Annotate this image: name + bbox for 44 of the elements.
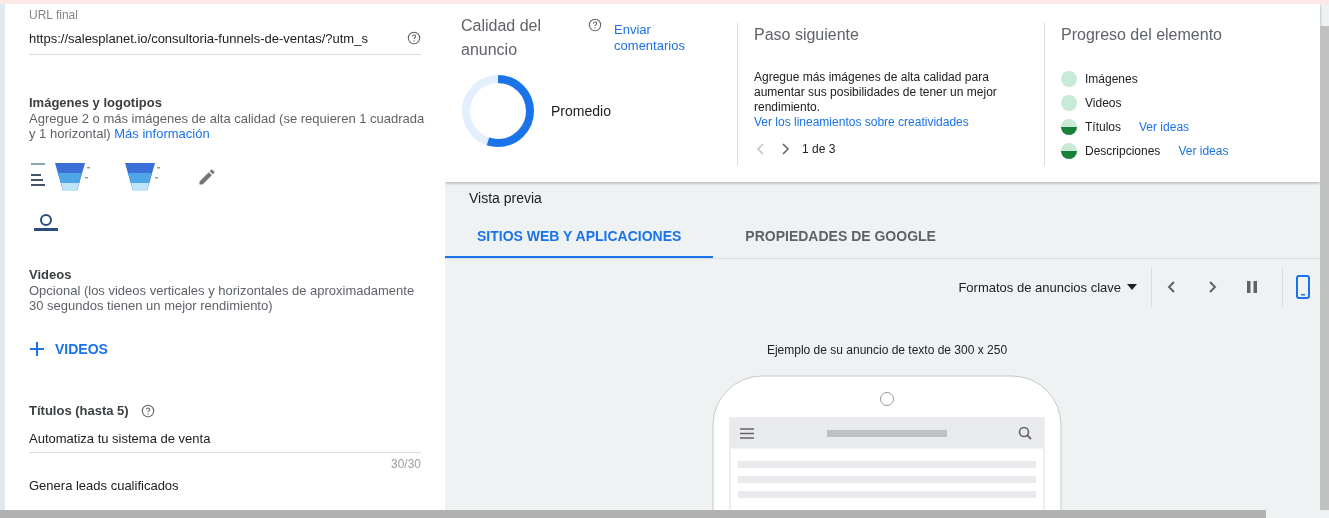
next-step-text: Agregue más imágenes de alta calidad para aumentar sus posibilidades de tener un mejor rendimiento. Ver los lineamientos sobre creatividades <box>754 70 998 130</box>
section-heading: Títulos (hasta 5) <box>29 403 129 418</box>
guidelines-link[interactable]: Ver los lineamientos sobre creatividades <box>754 115 994 130</box>
preview-title: Vista previa <box>468 189 543 206</box>
field-label: URL final <box>29 8 79 22</box>
mobile-icon[interactable] <box>1294 275 1312 299</box>
progress-dot <box>1061 143 1077 159</box>
title-field[interactable]: Genera leads cualificados <box>29 471 421 499</box>
caret-icon <box>1127 284 1137 290</box>
help-icon[interactable] <box>140 403 155 418</box>
add-videos-button[interactable]: VIDEOS <box>29 341 108 357</box>
card-title: Progreso del elemento <box>1061 25 1223 45</box>
url-field[interactable]: https://salesplanet.io/consultoria-funnels-de-ventas/?utm_s <box>29 22 421 55</box>
more-info-link[interactable]: Más información <box>114 126 210 141</box>
preview-caption: Ejemplo de su anuncio de texto de 300 x 250 <box>765 343 1009 357</box>
section-heading: Imágenes y logotipos <box>29 95 162 110</box>
help-icon[interactable] <box>588 18 603 32</box>
progress-label: Imágenes <box>1085 72 1138 86</box>
pencil-icon[interactable] <box>197 167 217 187</box>
progress-dot <box>1061 71 1077 87</box>
vertical-scrollbar[interactable] <box>1320 26 1329 510</box>
progress-dot <box>1061 95 1077 111</box>
progress-label: Videos <box>1085 96 1122 110</box>
page-counter: 1 de 3 <box>802 142 836 156</box>
progress-label: Descripciones <box>1085 144 1161 158</box>
card-title: Calidad del anuncio <box>461 16 543 60</box>
quality-rating: Promedio <box>551 103 611 119</box>
horizontal-scrollbar[interactable] <box>0 510 1266 518</box>
preview-tab[interactable]: SITIOS WEB Y APLICACIONES <box>445 216 714 258</box>
section-description: Opcional (los videos verticales y horizontales de aproximadamente 30 segundos tienen un mejor rendimiento) <box>29 283 416 313</box>
preview-tab[interactable]: PROPIEDADES DE GOOGLE <box>713 216 968 258</box>
format-dropdown[interactable]: Formatos de anuncios clave <box>958 267 1151 307</box>
ideas-link[interactable]: Ver ideas <box>1178 144 1229 158</box>
card-title: Paso siguiente <box>754 25 860 45</box>
progress-label: Títulos <box>1085 120 1121 134</box>
help-icon[interactable] <box>407 31 421 45</box>
title-field[interactable]: Automatiza tu sistema de venta <box>29 424 421 453</box>
section-description: Agregue 2 o más imágenes de alta calidad (se requieren 1 cuadrada y 1 horizontal) Más información <box>29 111 426 141</box>
feedback-link[interactable]: Enviar comentarios <box>614 22 721 62</box>
plus-icon <box>29 341 45 357</box>
ideas-link[interactable]: Ver ideas <box>1139 120 1190 134</box>
character-counter: 30/30 <box>389 457 421 471</box>
progress-dot <box>1061 119 1077 135</box>
section-heading: Videos <box>29 267 72 282</box>
